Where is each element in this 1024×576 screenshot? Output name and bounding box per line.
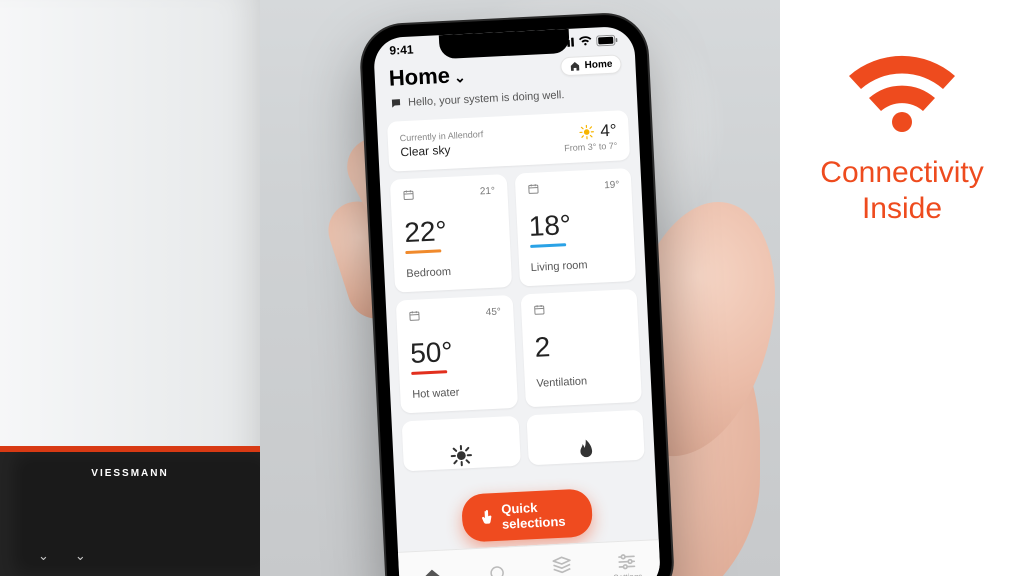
phone-mockup: 9:41 Home ⌄ <box>360 13 673 576</box>
brand-logo: VIESSMANN <box>91 468 168 479</box>
flame-icon <box>575 438 596 463</box>
tile-target-temp: 45° <box>485 306 501 318</box>
tile-current-temp: 50° <box>410 336 454 375</box>
house-icon <box>421 566 442 576</box>
schedule-icon <box>402 189 415 202</box>
quick-selections-label: Quick selections <box>501 498 575 532</box>
tile-extra-left[interactable] <box>402 416 521 472</box>
appliance-arrow-controls: ⌄ ⌄ <box>38 548 86 564</box>
sun-icon <box>578 124 595 141</box>
promo-line-1: Connectivity <box>820 155 983 191</box>
battery-icon <box>596 34 619 46</box>
home-chip[interactable]: Home <box>560 54 622 76</box>
chat-bubble-icon <box>390 97 403 110</box>
tile-label: Ventilation <box>536 373 629 390</box>
tab-label: Settings <box>613 572 642 576</box>
weather-card[interactable]: Currently in Allendorf Clear sky 4° From… <box>387 110 630 172</box>
tile-target-temp: 21° <box>480 185 496 197</box>
tab-settings[interactable]: Settings <box>594 551 661 576</box>
tile-current-temp: 22° <box>404 215 448 254</box>
wifi-logo-icon <box>842 48 962 139</box>
location-selector[interactable]: Home ⌄ <box>388 62 466 92</box>
appliance-panel: VIESSMANN ⌄ ⌄ <box>0 0 260 576</box>
placeholder-icon <box>488 563 507 576</box>
schedule-icon <box>533 303 546 316</box>
tap-icon <box>479 509 494 526</box>
tile-current-level: 2 <box>534 331 551 364</box>
tile-label: Living room <box>530 257 623 274</box>
connectivity-promo: Connectivity Inside <box>780 0 1024 576</box>
appliance-control-strip: VIESSMANN ⌄ ⌄ <box>0 446 260 576</box>
stack-icon <box>551 555 572 574</box>
tile-extra-right[interactable] <box>526 410 645 466</box>
tile-bedroom[interactable]: 21° 22° Bedroom <box>390 174 512 293</box>
bottom-tab-bar: …tions Settings <box>398 539 661 576</box>
wifi-icon <box>578 36 592 47</box>
tab-home[interactable] <box>399 565 465 576</box>
tile-hot-water[interactable]: 45° 50° Hot water <box>396 295 518 414</box>
tile-target-temp: 19° <box>604 179 620 191</box>
status-time: 9:41 <box>389 42 414 57</box>
app-header: Home ⌄ Home Hello, your system is doing <box>374 48 637 115</box>
tab-third[interactable]: …tions <box>529 554 596 576</box>
tab-second[interactable] <box>464 562 530 576</box>
page-title: Home <box>388 63 450 92</box>
house-icon <box>569 60 581 72</box>
tile-label: Hot water <box>412 384 505 401</box>
weather-temp: 4° <box>600 121 617 142</box>
weather-range: From 3° to 7° <box>564 141 618 154</box>
home-chip-label: Home <box>584 59 612 71</box>
tile-label: Bedroom <box>406 264 499 281</box>
greeting-text: Hello, your system is doing well. <box>408 89 565 109</box>
schedule-icon <box>408 309 421 322</box>
tile-current-temp: 18° <box>528 209 572 248</box>
promo-line-2: Inside <box>820 191 983 227</box>
sliders-icon <box>617 552 638 571</box>
schedule-icon <box>527 183 540 196</box>
chevron-down-icon: ⌄ <box>38 548 49 564</box>
tile-ventilation[interactable]: 2 Ventilation <box>520 289 642 408</box>
chevron-down-icon: ⌄ <box>454 68 467 86</box>
tile-living-room[interactable]: 19° 18° Living room <box>514 168 636 287</box>
sun-icon <box>450 444 473 467</box>
weather-condition: Clear sky <box>400 141 484 159</box>
chevron-down-icon: ⌄ <box>75 548 86 564</box>
quick-selections-button[interactable]: Quick selections <box>461 488 594 542</box>
phone-screen: 9:41 Home ⌄ <box>373 26 661 576</box>
